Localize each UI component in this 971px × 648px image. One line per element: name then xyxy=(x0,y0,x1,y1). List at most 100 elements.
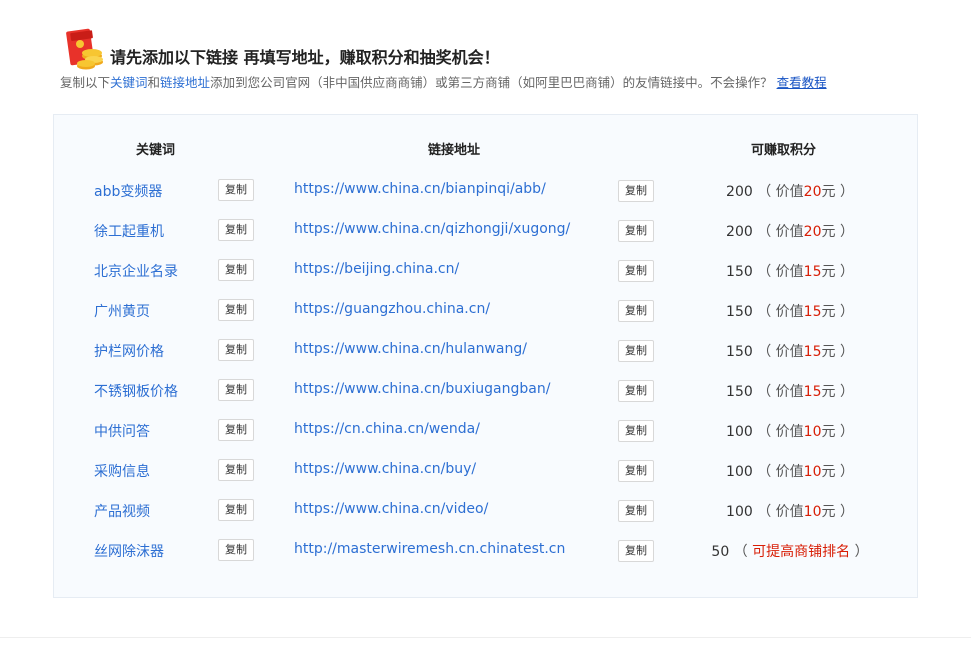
points-note-suffix: 元 xyxy=(821,304,836,320)
copy-keyword-button[interactable]: 复制 xyxy=(218,459,254,481)
points-note-suffix: 元 xyxy=(821,344,836,360)
points-value: 150 （ 价值15元 ） xyxy=(674,341,906,361)
keyword-link[interactable]: abb变频器 xyxy=(94,181,162,201)
points-value: 100 （ 价值10元 ） xyxy=(674,461,906,481)
copy-keyword-button[interactable]: 复制 xyxy=(218,179,254,201)
paren-open: （ xyxy=(752,384,776,400)
paren-open: （ xyxy=(729,544,753,560)
url-link[interactable]: https://beijing.china.cn/ xyxy=(294,261,459,277)
copy-keyword-button[interactable]: 复制 xyxy=(218,299,254,321)
points-value: 200 （ 价值20元 ） xyxy=(674,221,906,241)
copy-keyword-button[interactable]: 复制 xyxy=(218,499,254,521)
copy-url-button[interactable]: 复制 xyxy=(618,300,654,322)
keyword-link[interactable]: 产品视频 xyxy=(94,501,150,521)
keyword-link[interactable]: 北京企业名录 xyxy=(94,261,178,281)
points-value: 150 （ 价值15元 ） xyxy=(674,261,906,281)
paren-open: （ xyxy=(752,344,776,360)
points-note-value: 15 xyxy=(803,344,822,360)
copy-url-button[interactable]: 复制 xyxy=(618,420,654,442)
points-number: 100 xyxy=(726,464,753,480)
copy-url-button[interactable]: 复制 xyxy=(618,260,654,282)
points-note: 可提高商铺排名 xyxy=(752,544,851,560)
copy-url-button[interactable]: 复制 xyxy=(618,180,654,202)
url-link[interactable]: https://www.china.cn/hulanwang/ xyxy=(294,341,527,357)
keyword-link[interactable]: 护栏网价格 xyxy=(94,341,164,361)
tutorial-link[interactable]: 查看教程 xyxy=(777,75,827,90)
points-value: 50 （ 可提高商铺排名 ） xyxy=(674,541,906,561)
copy-url-button[interactable]: 复制 xyxy=(618,340,654,362)
copy-url-button[interactable]: 复制 xyxy=(618,220,654,242)
copy-keyword-button[interactable]: 复制 xyxy=(218,539,254,561)
copy-url-button[interactable]: 复制 xyxy=(618,460,654,482)
paren-open: （ xyxy=(752,264,776,280)
paren-open: （ xyxy=(752,464,776,480)
red-envelope-coins-icon xyxy=(66,28,103,70)
url-link[interactable]: http://masterwiremesh.cn.chinatest.cn xyxy=(294,541,565,557)
paren-open: （ xyxy=(752,304,776,320)
keyword-link[interactable]: 徐工起重机 xyxy=(94,221,164,241)
keyword-link[interactable]: 不锈钢板价格 xyxy=(94,381,178,401)
points-value: 100 （ 价值10元 ） xyxy=(674,501,906,521)
points-note-prefix: 价值 xyxy=(775,224,804,240)
points-number: 200 xyxy=(726,224,753,240)
url-term: 链接地址 xyxy=(160,75,211,90)
copy-keyword-button[interactable]: 复制 xyxy=(218,219,254,241)
points-note-prefix: 价值 xyxy=(775,184,804,200)
copy-url-button[interactable]: 复制 xyxy=(618,500,654,522)
points-note-prefix: 价值 xyxy=(775,344,804,360)
url-link[interactable]: https://www.china.cn/buy/ xyxy=(294,461,476,477)
points-note-value: 15 xyxy=(803,304,822,320)
points-note-suffix: 元 xyxy=(821,264,836,280)
page: 请先添加以下链接 再填写地址，赚取积分和抽奖机会！ 复制以下关键词和链接地址添加… xyxy=(0,0,971,648)
table-row: 丝网除沫器 复制 http://masterwiremesh.cn.chinates… xyxy=(54,115,917,562)
paren-open: （ xyxy=(752,184,776,200)
paren-open: （ xyxy=(752,224,776,240)
copy-url-button[interactable]: 复制 xyxy=(618,380,654,402)
points-note-suffix: 元 xyxy=(821,464,836,480)
url-link[interactable]: https://www.china.cn/buxiugangban/ xyxy=(294,381,550,397)
points-value: 200 （ 价值20元 ） xyxy=(674,181,906,201)
points-note-value: 15 xyxy=(803,264,822,280)
url-link[interactable]: https://www.china.cn/bianpinqi/abb/ xyxy=(294,181,546,197)
points-number: 150 xyxy=(726,264,753,280)
paren-close: ） xyxy=(835,344,854,360)
paren-open: （ xyxy=(752,424,776,440)
paren-open: （ xyxy=(752,504,776,520)
divider xyxy=(0,637,971,638)
points-number: 150 xyxy=(726,304,753,320)
points-note-value: 10 xyxy=(803,464,822,480)
url-link[interactable]: https://guangzhou.china.cn/ xyxy=(294,301,490,317)
points-note-value: 10 xyxy=(803,424,822,440)
points-value: 150 （ 价值15元 ） xyxy=(674,381,906,401)
points-note-value: 15 xyxy=(803,384,822,400)
copy-keyword-button[interactable]: 复制 xyxy=(218,379,254,401)
points-note-suffix: 元 xyxy=(821,424,836,440)
points-number: 200 xyxy=(726,184,753,200)
paren-close: ） xyxy=(835,264,854,280)
points-note-value: 20 xyxy=(803,224,822,240)
keyword-link[interactable]: 中供问答 xyxy=(94,421,150,441)
paren-close: ） xyxy=(835,504,854,520)
links-table: 关键词 链接地址 可赚取积分 abb变频器 复制 https://www.china… xyxy=(53,114,918,598)
points-note-suffix: 元 xyxy=(821,384,836,400)
points-value: 150 （ 价值15元 ） xyxy=(674,301,906,321)
paren-close: ） xyxy=(835,224,854,240)
keyword-link[interactable]: 丝网除沫器 xyxy=(94,541,164,561)
copy-url-button[interactable]: 复制 xyxy=(618,540,654,562)
points-note-value: 10 xyxy=(803,504,822,520)
copy-keyword-button[interactable]: 复制 xyxy=(218,259,254,281)
copy-keyword-button[interactable]: 复制 xyxy=(218,339,254,361)
points-number: 150 xyxy=(726,344,753,360)
points-note-prefix: 价值 xyxy=(775,504,804,520)
points-number: 100 xyxy=(726,424,753,440)
url-link[interactable]: https://cn.china.cn/wenda/ xyxy=(294,421,480,437)
points-note-prefix: 价值 xyxy=(775,264,804,280)
url-link[interactable]: https://www.china.cn/qizhongji/xugong/ xyxy=(294,221,570,237)
keyword-link[interactable]: 采购信息 xyxy=(94,461,150,481)
copy-keyword-button[interactable]: 复制 xyxy=(218,419,254,441)
url-link[interactable]: https://www.china.cn/video/ xyxy=(294,501,488,517)
points-note-suffix: 元 xyxy=(821,504,836,520)
paren-close: ） xyxy=(835,384,854,400)
paren-close: ） xyxy=(850,544,869,560)
keyword-link[interactable]: 广州黄页 xyxy=(94,301,150,321)
